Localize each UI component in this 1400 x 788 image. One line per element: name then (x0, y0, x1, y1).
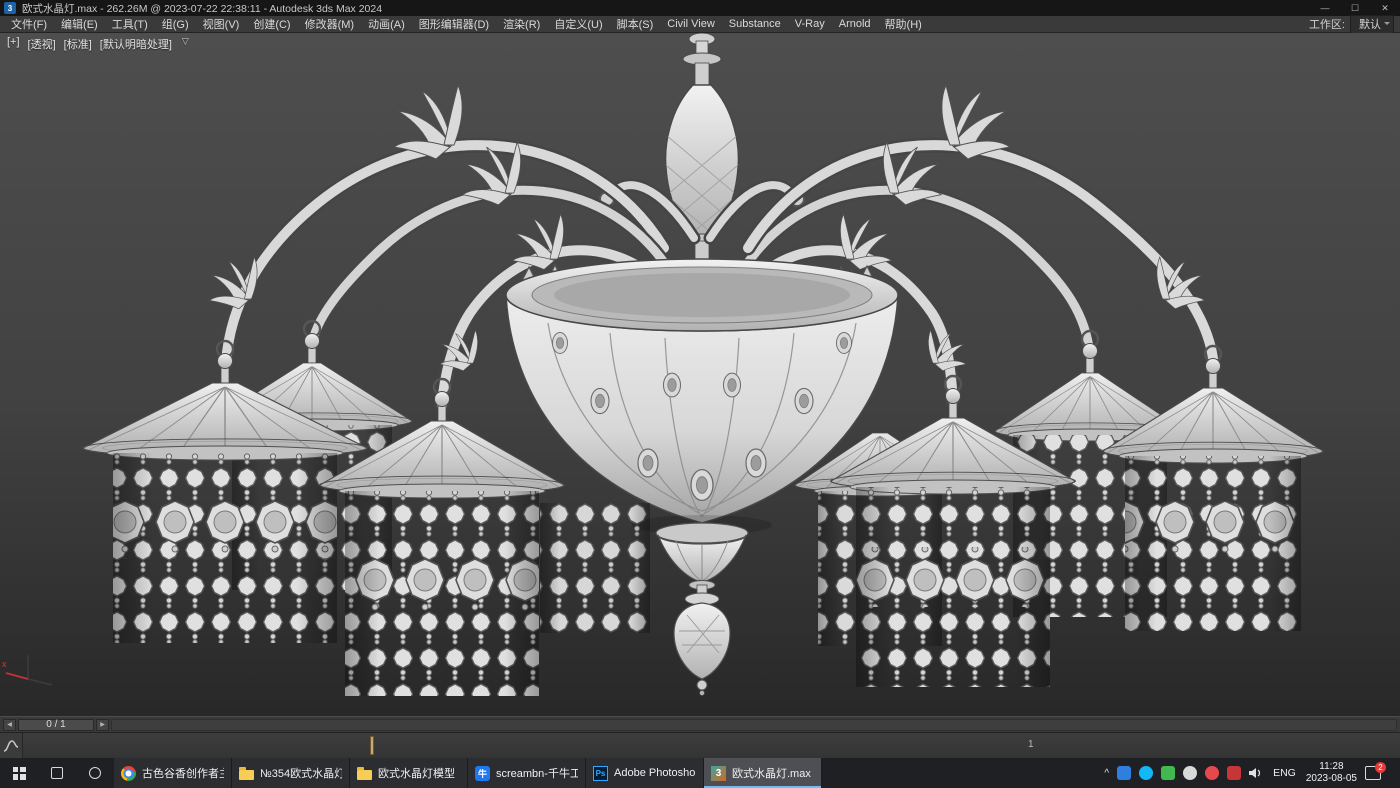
next-frame-button[interactable]: ▶ (96, 719, 109, 731)
workspace-selector[interactable]: 默认 (1350, 15, 1394, 34)
taskbar-app-folder-2[interactable]: 欧式水晶灯模型 (350, 758, 468, 788)
tray-app-icon-red[interactable] (1205, 766, 1219, 780)
menu-edit[interactable]: 编辑(E) (54, 16, 105, 32)
start-button[interactable] (0, 758, 38, 788)
menu-rendering[interactable]: 渲染(R) (496, 16, 547, 32)
viewport-menu-general[interactable]: [+] (7, 36, 20, 52)
taskbar-app-chrome[interactable]: 古色谷香创作者主... (114, 758, 232, 788)
3dsmax-icon: 3 (711, 766, 726, 781)
clock-time: 11:28 (1306, 761, 1357, 773)
taskbar-app-label: 欧式水晶灯模型 (378, 765, 455, 781)
menu-create[interactable]: 创建(C) (246, 16, 297, 32)
taskbar-clock[interactable]: 11:28 2023-08-05 (1306, 761, 1357, 785)
lamp-far-right (1103, 346, 1323, 631)
track-bar-row: 1 (0, 732, 1400, 758)
notification-badge: 2 (1375, 762, 1386, 773)
menu-file[interactable]: 文件(F) (4, 16, 54, 32)
taskbar-app-label: 欧式水晶灯.max - ... (732, 765, 814, 781)
taskbar-app-label: №354欧式水晶灯... (260, 765, 342, 781)
viewport-menu-shading[interactable]: [默认明暗处理] (100, 36, 172, 52)
svg-text:x: x (2, 659, 7, 669)
workspace-label: 工作区: (1309, 16, 1345, 32)
tray-app-icon-gray[interactable] (1183, 766, 1197, 780)
volume-icon[interactable] (1249, 767, 1263, 779)
menu-scripting[interactable]: 脚本(S) (610, 16, 661, 32)
taskbar-app-photoshop[interactable]: Ps Adobe Photosho... (586, 758, 704, 788)
menu-help[interactable]: 帮助(H) (878, 16, 929, 32)
track-bar-end-frame: 1 (1028, 739, 1034, 750)
menu-views[interactable]: 视图(V) (196, 16, 247, 32)
viewport-menu-standard[interactable]: [标准] (64, 36, 92, 52)
tray-app-icon-green[interactable] (1161, 766, 1175, 780)
taskbar-app-label: Adobe Photosho... (614, 767, 696, 779)
track-bar[interactable]: 1 (23, 733, 1400, 758)
windows-taskbar: 古色谷香创作者主... №354欧式水晶灯... 欧式水晶灯模型 牛 screa… (0, 758, 1400, 788)
windows-logo-icon (13, 767, 26, 780)
menu-group[interactable]: 组(G) (155, 16, 196, 32)
tray-expand-icon[interactable]: ^ (1104, 768, 1109, 779)
menu-civil-view[interactable]: Civil View (660, 18, 721, 30)
system-tray: ^ ENG 11:28 2023-08-05 2 (1098, 758, 1400, 788)
title-bar: 3 欧式水晶灯.max - 262.26M @ 2023-07-22 22:38… (0, 0, 1400, 16)
task-view-icon (51, 767, 63, 779)
notification-center-button[interactable]: 2 (1365, 766, 1381, 780)
menu-customize[interactable]: 自定义(U) (547, 16, 609, 32)
taskbar-app-label: 古色谷香创作者主... (142, 765, 224, 781)
menu-bar: 文件(F) 编辑(E) 工具(T) 组(G) 视图(V) 创建(C) 修改器(M… (0, 16, 1400, 33)
menu-vray[interactable]: V-Ray (788, 18, 832, 30)
photoshop-icon: Ps (593, 766, 608, 781)
taskbar-app-qianniu[interactable]: 牛 screambn-千牛工... (468, 758, 586, 788)
previous-frame-button[interactable]: ◀ (3, 719, 16, 731)
tray-app-icon-darkred[interactable] (1227, 766, 1241, 780)
qianniu-icon: 牛 (475, 766, 490, 781)
taskbar-app-label: screambn-千牛工... (496, 765, 578, 781)
clock-date: 2023-08-05 (1306, 773, 1357, 785)
time-slider-row: ◀ 0 / 1 ▶ (0, 716, 1400, 732)
world-axis-gizmo: x (2, 655, 52, 685)
taskbar-app-3dsmax[interactable]: 3 欧式水晶灯.max - ... (704, 758, 822, 788)
tray-app-icon-blue[interactable] (1117, 766, 1131, 780)
folder-icon (357, 770, 372, 780)
curve-icon (3, 739, 19, 753)
time-slider-track[interactable] (111, 719, 1397, 731)
mini-curve-editor-button[interactable] (0, 733, 23, 758)
folder-icon (239, 770, 254, 780)
chrome-icon (121, 766, 136, 781)
menu-substance[interactable]: Substance (722, 18, 788, 30)
time-slider-handle[interactable]: 0 / 1 (18, 719, 94, 731)
menu-modifiers[interactable]: 修改器(M) (298, 16, 362, 32)
cortana-icon (89, 767, 101, 779)
taskbar-app-folder-1[interactable]: №354欧式水晶灯... (232, 758, 350, 788)
menu-graph-editors[interactable]: 图形编辑器(D) (412, 16, 496, 32)
curtain-left-hidden (540, 503, 650, 633)
window-title: 欧式水晶灯.max - 262.26M @ 2023-07-22 22:38:1… (22, 1, 382, 16)
chandelier-model-canvas[interactable]: x (0, 33, 1400, 716)
viewport-filter-icon[interactable]: ▽ (182, 36, 189, 52)
menu-arnold[interactable]: Arnold (832, 18, 878, 30)
viewport[interactable]: [+] [透视] [标准] [默认明暗处理] ▽ (0, 33, 1400, 716)
tray-app-icon-lightblue[interactable] (1139, 766, 1153, 780)
language-indicator[interactable]: ENG (1271, 767, 1298, 779)
track-bar-key-marker[interactable] (370, 736, 374, 755)
cortana-button[interactable] (76, 758, 114, 788)
menu-tools[interactable]: 工具(T) (105, 16, 155, 32)
viewport-menu-pov[interactable]: [透视] (28, 36, 56, 52)
task-view-button[interactable] (38, 758, 76, 788)
menu-animation[interactable]: 动画(A) (361, 16, 412, 32)
app-icon: 3 (4, 2, 16, 14)
